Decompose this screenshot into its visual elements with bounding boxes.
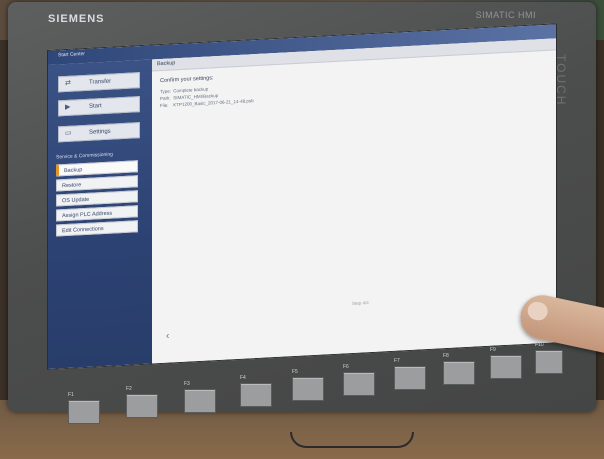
function-key-label: F8 xyxy=(443,353,449,359)
section-title: Service & Commissioning xyxy=(56,151,113,161)
cable xyxy=(290,432,414,448)
function-key-f5[interactable] xyxy=(292,377,324,401)
function-key-f8[interactable] xyxy=(443,361,475,385)
function-key-label: F9 xyxy=(490,347,496,353)
function-key-f4[interactable] xyxy=(240,383,272,407)
detail-key: Path: xyxy=(160,95,171,102)
play-icon: ▶ xyxy=(65,103,71,112)
sidebar-item-backup[interactable]: Backup xyxy=(56,160,138,177)
detail-value: Complete backup xyxy=(173,86,209,94)
hmi-screen: Start Center ⇄ Transfer ▶ Start ▭ Settin… xyxy=(47,23,557,370)
function-key-f7[interactable] xyxy=(394,366,426,390)
start-label: Start xyxy=(89,103,102,110)
function-key-f9[interactable] xyxy=(490,355,522,379)
function-key-f3[interactable] xyxy=(184,389,216,413)
start-button[interactable]: ▶ Start xyxy=(58,96,140,117)
function-key-label: F7 xyxy=(394,358,400,364)
sidebar: ⇄ Transfer ▶ Start ▭ Settings Service & … xyxy=(48,59,152,369)
function-key-f6[interactable] xyxy=(343,372,375,396)
sidebar-item-assign-plc-address[interactable]: Assign PLC Address xyxy=(56,205,138,222)
main-content: Backup Confirm your settings: Type: Comp… xyxy=(152,38,556,364)
function-key-f2[interactable] xyxy=(126,394,158,418)
sidebar-item-restore[interactable]: Restore xyxy=(56,175,138,192)
detail-value: SIMATIC_HMI/Backup xyxy=(173,93,219,101)
detail-key: File: xyxy=(160,102,169,109)
transfer-label: Transfer xyxy=(89,78,112,86)
step-indicator: Step 4/4 xyxy=(352,300,369,307)
function-key-f1[interactable] xyxy=(68,400,100,424)
model-label: SIMATIC HMI xyxy=(475,10,536,20)
function-key-label: F3 xyxy=(184,381,190,387)
transfer-button[interactable]: ⇄ Transfer xyxy=(58,72,140,93)
function-key-label: F6 xyxy=(343,364,349,370)
brand-label: SIEMENS xyxy=(48,13,105,25)
function-key-label: F10 xyxy=(535,342,544,348)
detail-key: Type: xyxy=(160,88,172,95)
page-title: Backup xyxy=(157,60,176,68)
settings-icon: ▭ xyxy=(65,129,72,138)
fingernail xyxy=(526,300,550,322)
function-key-label: F5 xyxy=(292,369,298,375)
settings-button[interactable]: ▭ Settings xyxy=(58,122,140,143)
back-arrow-icon[interactable]: ‹ xyxy=(166,331,169,342)
sidebar-item-edit-connections[interactable]: Edit Connections xyxy=(56,220,138,237)
confirm-title: Confirm your settings: xyxy=(160,75,214,85)
sidebar-item-os-update[interactable]: OS Update xyxy=(56,190,138,207)
function-key-label: F1 xyxy=(68,392,74,398)
function-key-label: F4 xyxy=(240,375,246,381)
function-key-f10[interactable] xyxy=(535,350,563,374)
app-title: Start Center xyxy=(58,51,85,59)
settings-label: Settings xyxy=(89,128,111,136)
function-key-label: F2 xyxy=(126,386,132,392)
transfer-icon: ⇄ xyxy=(65,79,71,88)
